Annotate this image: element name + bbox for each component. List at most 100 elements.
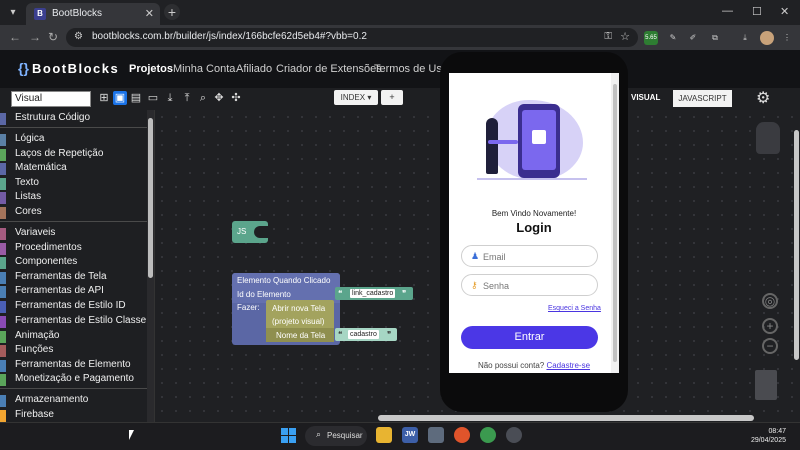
grid-icon[interactable]: ⊞ xyxy=(97,91,111,105)
sidebar-category-item[interactable]: Armazenamento xyxy=(0,394,150,408)
menu-termos-uso[interactable]: Termos de Uso xyxy=(374,63,448,75)
close-tab-icon[interactable]: ✕ xyxy=(145,7,154,20)
zoom-out-icon[interactable]: − xyxy=(762,338,778,354)
tab-javascript[interactable]: JAVASCRIPT xyxy=(673,90,732,107)
site-info-icon[interactable]: ⚙ xyxy=(74,31,83,42)
folder-icon[interactable]: ▭ xyxy=(146,91,160,105)
sidebar-category-item[interactable]: Ferramentas de Tela xyxy=(0,271,150,285)
quote-close-icon-2: ❞ xyxy=(387,330,392,339)
sidebar-category-item[interactable]: Ferramentas de Estilo Classe xyxy=(0,315,150,329)
category-color-swatch xyxy=(0,345,6,357)
download-icon[interactable]: ⤓ xyxy=(738,31,752,45)
system-clock[interactable]: 08:47 29/04/2025 xyxy=(751,427,786,445)
chrome-icon[interactable] xyxy=(480,427,496,443)
menu-afiliado[interactable]: Afiliado xyxy=(236,63,272,75)
backpack-icon[interactable] xyxy=(756,122,780,154)
menu-minha-conta[interactable]: Minha Conta xyxy=(173,63,235,75)
open-screen-sublabel: (projeto visual) xyxy=(272,317,325,326)
reload-icon[interactable]: ↻ xyxy=(48,30,58,44)
pen-extension-icon[interactable]: ✎ xyxy=(666,31,680,45)
forgot-password-link[interactable]: Esqueci a Senha xyxy=(548,305,601,312)
browser-tab[interactable]: B BootBlocks ✕ xyxy=(26,3,160,25)
profile-avatar[interactable] xyxy=(760,31,774,45)
upload-icon[interactable]: ⤒ xyxy=(180,91,194,105)
email-input[interactable] xyxy=(483,250,593,263)
tab-visual[interactable]: VISUAL xyxy=(631,93,660,102)
minimize-icon[interactable]: — xyxy=(722,5,733,17)
sidebar-category-item[interactable]: Variaveis xyxy=(0,227,150,241)
sidebar-category-item[interactable]: Listas xyxy=(0,191,150,205)
calculator-icon[interactable] xyxy=(428,427,444,443)
signup-link[interactable]: Cadastre-se xyxy=(546,361,590,370)
sidebar-category-item[interactable]: Monetização e Pagamento xyxy=(0,373,150,387)
clock-time: 08:47 xyxy=(768,428,786,435)
index-dropdown-button[interactable]: INDEX ▾ xyxy=(334,90,378,105)
extension-badge-icon[interactable]: 5.65 xyxy=(644,31,658,45)
mode-select[interactable]: Visual xyxy=(11,91,91,107)
forward-icon[interactable]: → xyxy=(29,30,41,44)
sidebar-category-item[interactable]: Firebase xyxy=(0,409,150,423)
sidebar-category-item[interactable]: Laços de Repetição xyxy=(0,148,150,162)
gear-icon[interactable]: ⚙ xyxy=(756,88,770,108)
browser-menu-icon[interactable]: ⋮ xyxy=(780,31,794,45)
new-tab-button[interactable]: + xyxy=(164,4,180,20)
password-field[interactable]: ⚷ xyxy=(461,274,598,296)
sidebar-scroll-thumb[interactable] xyxy=(148,118,153,278)
category-color-swatch xyxy=(0,134,6,146)
menu-criador-extensoes[interactable]: Criador de Extensões xyxy=(276,63,382,75)
sidebar-category-item[interactable]: Ferramentas de API xyxy=(0,285,150,299)
password-key-icon[interactable]: ⚿ xyxy=(604,31,612,42)
sidebar-category-item[interactable]: Lógica xyxy=(0,133,150,147)
zoom-in-icon[interactable]: + xyxy=(762,318,778,334)
sidebar-category-item[interactable]: Componentes xyxy=(0,256,150,270)
search-icon[interactable]: ⌕ xyxy=(196,91,210,105)
trash-icon[interactable] xyxy=(755,370,777,400)
category-label: Matemática xyxy=(15,162,67,173)
close-window-icon[interactable]: ✕ xyxy=(780,5,789,18)
screen-name-value[interactable]: cadastro xyxy=(348,330,379,339)
file-explorer-icon[interactable] xyxy=(376,427,392,443)
maximize-icon[interactable]: ☐ xyxy=(752,5,762,18)
preview-icon[interactable]: ▣ xyxy=(113,91,127,105)
sidebar-category-item[interactable]: Funções xyxy=(0,344,150,358)
do-label: Fazer: xyxy=(237,303,260,312)
save-icon[interactable]: ▤ xyxy=(129,91,143,105)
element-id-value[interactable]: link_cadastro xyxy=(350,289,396,298)
tab-search-button[interactable]: ▾ xyxy=(4,4,22,22)
eyedropper-icon[interactable]: ✐ xyxy=(686,31,700,45)
category-label: Monetização e Pagamento xyxy=(15,373,134,384)
sidebar-category-item[interactable]: Estrutura Código xyxy=(0,112,150,126)
sidebar-category-item[interactable]: Ferramentas de Elemento xyxy=(0,359,150,373)
jw-app-icon[interactable]: JW xyxy=(402,427,418,443)
recenter-icon[interactable]: ◎ xyxy=(762,293,778,309)
omnibox[interactable]: ⚙ bootblocks.com.br/builder/js/index/166… xyxy=(66,28,638,47)
firefox-icon[interactable] xyxy=(454,427,470,443)
back-icon[interactable]: ← xyxy=(9,30,21,44)
sidebar-category-item[interactable]: Cores xyxy=(0,206,150,220)
key-icon xyxy=(488,140,518,144)
password-input[interactable] xyxy=(483,279,593,292)
bookmark-star-icon[interactable]: ☆ xyxy=(620,30,630,43)
workspace-horizontal-scrollbar[interactable] xyxy=(378,415,754,421)
taskbar-search[interactable]: ⌕ Pesquisar xyxy=(305,426,367,446)
extensions-puzzle-icon[interactable]: ⧉ xyxy=(708,31,722,45)
preview-scroll-thumb[interactable] xyxy=(613,84,617,362)
sidebar-category-item[interactable]: Procedimentos xyxy=(0,242,150,256)
menu-projetos[interactable]: Projetos xyxy=(129,63,173,75)
mouse-cursor xyxy=(129,430,139,440)
windows-start-icon[interactable] xyxy=(281,428,297,444)
login-button[interactable]: Entrar xyxy=(461,326,598,349)
add-screen-button[interactable]: + xyxy=(381,90,403,105)
extension-manage-icon[interactable]: ✣ xyxy=(229,91,243,105)
workspace-vertical-scrollbar[interactable] xyxy=(794,130,799,360)
puzzle-icon[interactable]: ✥ xyxy=(212,91,226,105)
sidebar-category-item[interactable]: Matemática xyxy=(0,162,150,176)
category-color-swatch xyxy=(0,113,6,125)
sidebar-category-item[interactable]: Animação xyxy=(0,330,150,344)
js-block-label: JS xyxy=(237,227,247,236)
sidebar-category-item[interactable]: Ferramentas de Estilo ID xyxy=(0,300,150,314)
download-file-icon[interactable]: ⤓ xyxy=(163,91,177,105)
obs-icon[interactable] xyxy=(506,427,522,443)
email-field[interactable]: ♟ xyxy=(461,245,598,267)
sidebar-category-item[interactable]: Texto xyxy=(0,177,150,191)
